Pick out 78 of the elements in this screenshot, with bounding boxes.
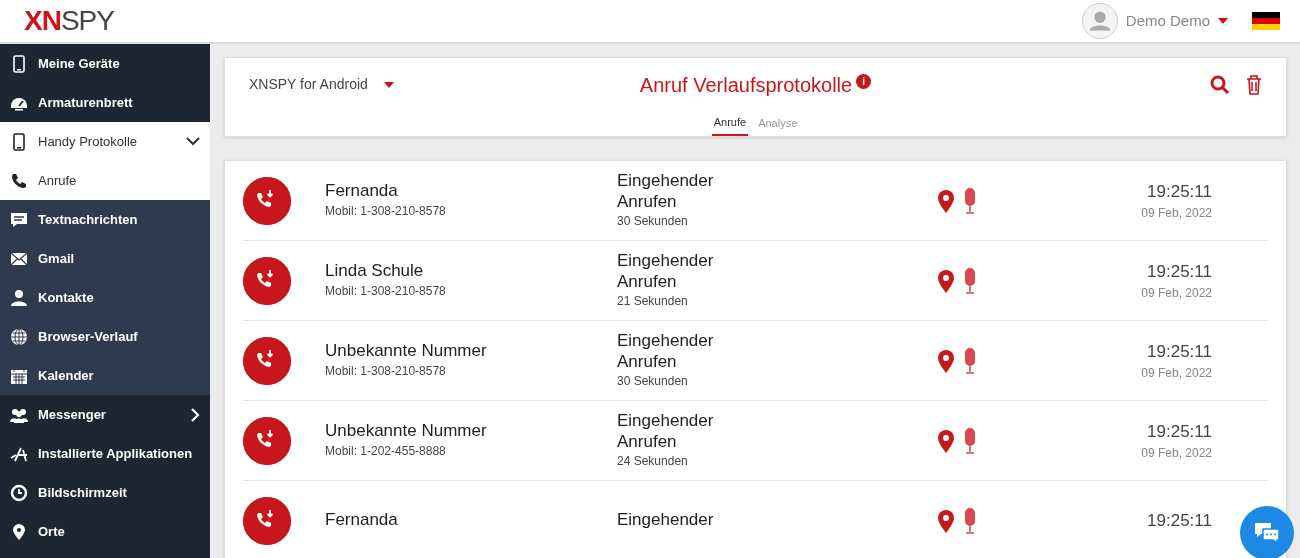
microphone-icon[interactable] (963, 187, 977, 214)
location-pin-icon[interactable] (937, 188, 955, 213)
page-title: Anruf Verlaufsprotokolle (639, 72, 853, 98)
globe-icon (10, 327, 28, 346)
chat-bubbles-icon (1253, 521, 1281, 545)
sidebar-item[interactable]: Orte (0, 512, 210, 551)
call-duration: 30 Sekunden (617, 372, 689, 390)
trash-icon[interactable] (1246, 74, 1262, 95)
call-duration: 24 Sekunden (617, 452, 689, 470)
sidebar-item[interactable]: Kalender (0, 356, 210, 395)
phone-icon (10, 132, 28, 151)
contact-name: Unbekannte Nummer (325, 421, 488, 442)
logo-accent: XN (24, 5, 61, 36)
call-type: Eingehender Anrufen (617, 251, 715, 292)
caret-icon[interactable] (1218, 18, 1228, 24)
logo-text: SPY (60, 5, 114, 36)
microphone-icon[interactable] (963, 267, 977, 294)
location-pin-icon[interactable] (937, 428, 955, 453)
chevron-down-icon (186, 137, 200, 146)
call-type: Eingehender (617, 510, 715, 531)
location-pin-icon[interactable] (937, 348, 955, 373)
location-pin-icon (10, 522, 28, 541)
call-time: 19:25:11 (1146, 420, 1212, 443)
location-pin-icon[interactable] (937, 508, 955, 533)
call-type: Eingehender Anrufen (617, 411, 715, 452)
sidebar-item[interactable]: Messenger (0, 395, 210, 434)
contact-name: Linda Schule (325, 261, 425, 282)
call-date: 09 Feb, 2022 (1141, 365, 1212, 383)
tab[interactable]: Anrufe (711, 111, 749, 136)
incoming-call-icon (243, 416, 291, 465)
person-icon (10, 288, 28, 307)
call-time: 19:25:11 (1146, 180, 1212, 203)
info-badge[interactable]: i (856, 73, 872, 89)
contact-name: Fernanda (325, 181, 399, 202)
user-name[interactable]: Demo Demo (1125, 9, 1210, 33)
incoming-call-icon (243, 256, 291, 305)
speech-bubble-icon (10, 210, 28, 229)
clock-icon (10, 483, 28, 502)
phone-number: Mobil: 1-308-210-8578 (325, 202, 447, 220)
call-duration: 21 Sekunden (617, 292, 689, 310)
sidebar-item[interactable]: Installierte Applikationen (0, 434, 210, 473)
sidebar-item[interactable]: Kontakte (0, 278, 210, 317)
sidebar-item[interactable]: Meine Geräte (0, 44, 210, 83)
phone-handset-icon (10, 171, 28, 190)
phone-number: Mobil: 1-308-210-8578 (325, 362, 447, 380)
phone-number: Mobil: 1-202-455-8888 (325, 442, 447, 460)
call-duration: 30 Sekunden (617, 212, 689, 230)
microphone-icon[interactable] (963, 507, 977, 534)
call-date: 09 Feb, 2022 (1141, 285, 1212, 303)
contact-name: Fernanda (325, 510, 399, 531)
caret-icon[interactable] (383, 81, 394, 88)
sidebar-item[interactable]: Armaturenbrett (0, 83, 210, 122)
call-time: 19:25:11 (1147, 509, 1212, 532)
call-time: 19:25:11 (1146, 340, 1212, 363)
phone-number: Mobil: 1-308-210-8578 (325, 282, 447, 300)
call-date: 09 Feb, 2022 (1141, 205, 1212, 223)
phone-icon (10, 54, 28, 73)
call-date: 09 Feb, 2022 (1141, 445, 1212, 463)
incoming-call-icon (243, 176, 291, 225)
call-type: Eingehender Anrufen (617, 331, 715, 372)
chevron-right-icon (191, 407, 200, 422)
call-type: Eingehender Anrufen (617, 171, 715, 212)
location-pin-icon[interactable] (937, 268, 955, 293)
microphone-icon[interactable] (963, 347, 977, 374)
search-icon[interactable] (1210, 74, 1230, 95)
sidebar-item[interactable]: Browser-Verlauf (0, 317, 210, 356)
microphone-icon[interactable] (963, 427, 977, 454)
sidebar-item[interactable]: Anrufe (0, 161, 210, 200)
contact-name: Unbekannte Nummer (325, 341, 488, 362)
device-select[interactable]: XNSPY for Android (249, 74, 368, 96)
sidebar-item[interactable]: Bildschirmzeit (0, 473, 210, 512)
incoming-call-icon (243, 336, 291, 385)
sidebar-item[interactable]: Gmail (0, 239, 210, 278)
call-time: 19:25:11 (1146, 260, 1212, 283)
sidebar-item[interactable]: Handy Protokolle (0, 122, 210, 161)
sidebar-item[interactable]: Textnachrichten (0, 200, 210, 239)
incoming-call-icon (243, 496, 291, 545)
flag-icon[interactable] (1252, 12, 1280, 30)
